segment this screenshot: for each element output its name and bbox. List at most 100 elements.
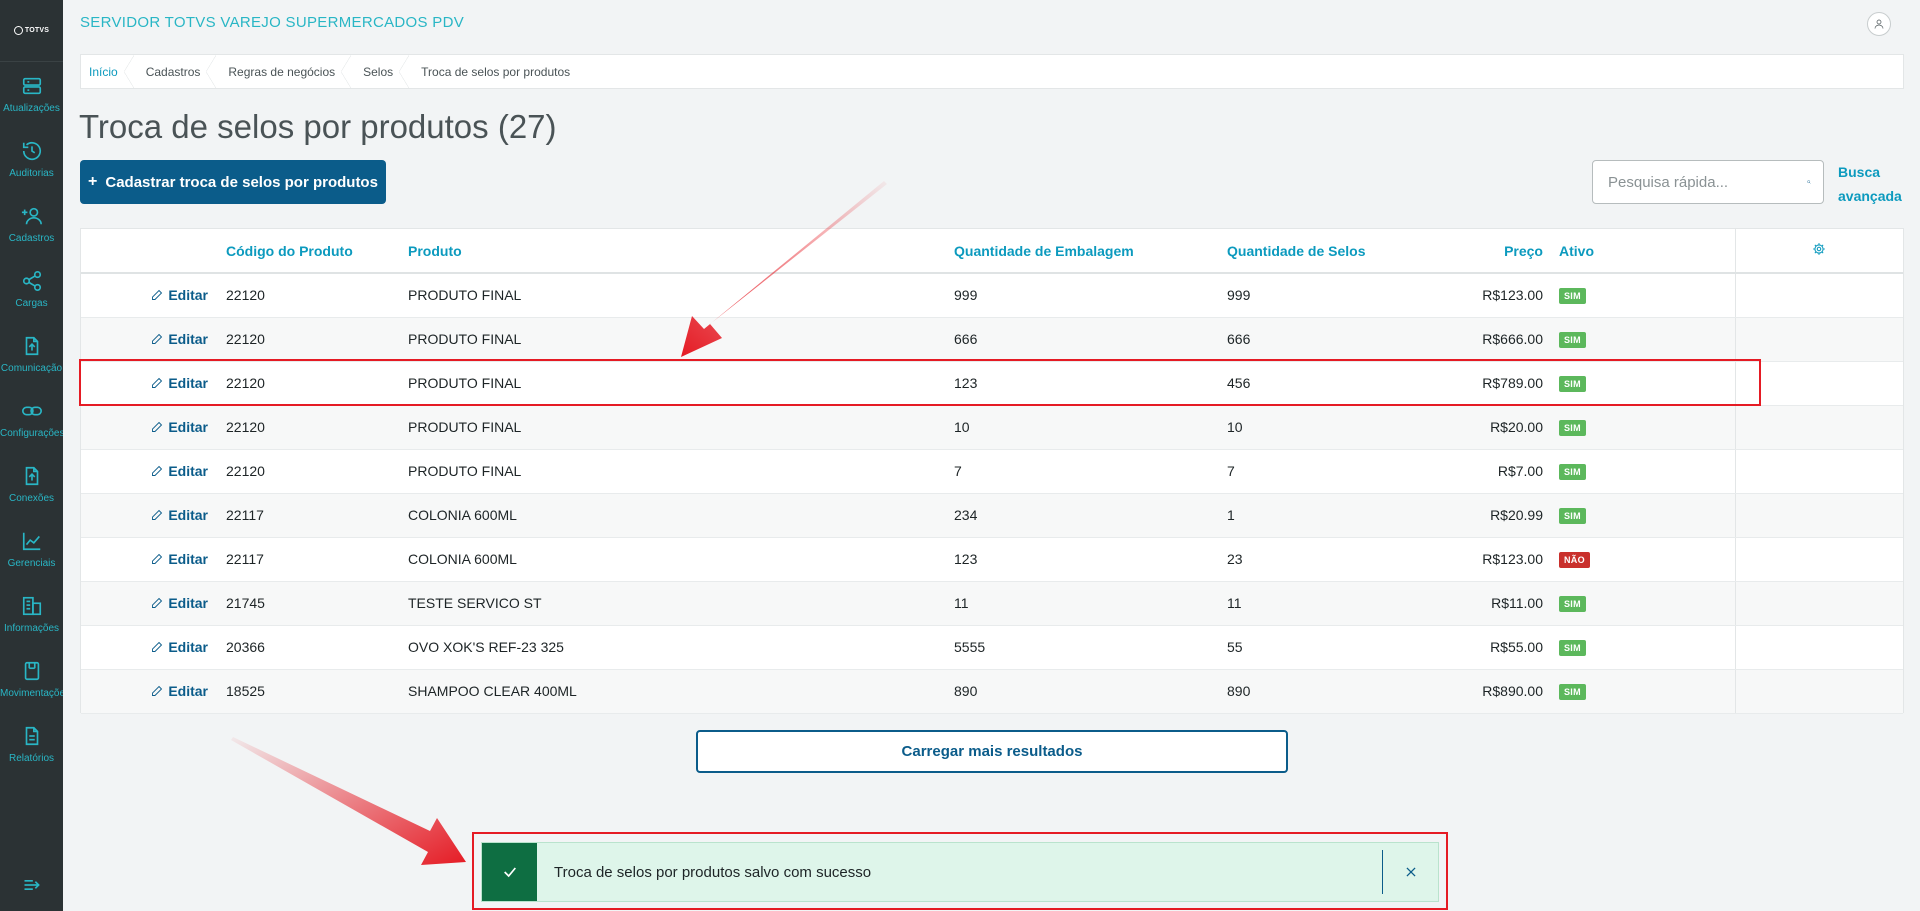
column-header-code[interactable]: Código do Produto xyxy=(226,229,408,274)
breadcrumb: Início Cadastros Regras de negócios Selo… xyxy=(80,54,1904,89)
user-menu-button[interactable] xyxy=(1867,12,1891,36)
table-row: Editar 21745 TESTE SERVICO ST 11 11 R$11.00 SI… xyxy=(81,581,1903,626)
server-icon xyxy=(22,77,41,95)
toast-close-button[interactable] xyxy=(1382,850,1438,894)
success-toast: Troca de selos por produtos salvo com su… xyxy=(481,842,1439,902)
cell-price: R$123.00 xyxy=(1427,537,1559,582)
cell-empty xyxy=(1734,669,1903,714)
edit-link[interactable]: Editar xyxy=(151,639,216,655)
sidebar-item-label: Auditorias xyxy=(9,168,54,179)
app-title: SERVIDOR TOTVS VAREJO SUPERMERCADOS PDV xyxy=(80,14,465,31)
pencil-icon xyxy=(152,377,163,388)
edit-link[interactable]: Editar xyxy=(151,507,216,523)
table-header-row: Código do Produto Produto Quantidade de … xyxy=(81,229,1903,274)
status-badge: SIM xyxy=(1559,508,1586,524)
column-header-stamp-qty[interactable]: Quantidade de Selos xyxy=(1227,229,1427,274)
sidebar-item-informacoes[interactable]: Informações xyxy=(0,582,63,647)
cell-product: PRODUTO FINAL xyxy=(408,317,954,362)
sidebar-item-label: Informações xyxy=(3,623,60,634)
pencil-icon xyxy=(152,553,163,564)
pencil-icon xyxy=(152,641,163,652)
sidebar-item-gerenciais[interactable]: Gerenciais xyxy=(0,517,63,582)
cell-product: COLONIA 600ML xyxy=(408,493,954,538)
breadcrumb-item-inicio[interactable]: Início xyxy=(81,55,138,88)
share-icon xyxy=(22,271,41,291)
status-badge: SIM xyxy=(1559,596,1586,612)
cell-pack-qty: 234 xyxy=(954,493,1227,538)
edit-label: Editar xyxy=(168,330,208,347)
table-row: Editar 22117 COLONIA 600ML 234 1 R$20.99 SIM xyxy=(81,493,1903,538)
cell-product: PRODUTO FINAL xyxy=(408,361,954,406)
cell-active: SIM xyxy=(1559,361,1735,406)
pencil-icon xyxy=(152,685,163,696)
cell-price: R$666.00 xyxy=(1427,317,1559,362)
create-button[interactable]: + Cadastrar troca de selos por produtos xyxy=(80,160,386,204)
cell-price: R$7.00 xyxy=(1427,449,1559,494)
cell-stamp-qty: 55 xyxy=(1227,625,1427,670)
cell-price: R$55.00 xyxy=(1427,625,1559,670)
sidebar-item-cadastros[interactable]: Cadastros xyxy=(0,192,63,257)
sidebar-item-conexoes[interactable]: Conexões xyxy=(0,452,63,517)
edit-link[interactable]: Editar xyxy=(151,287,216,303)
cell-product: PRODUTO FINAL xyxy=(408,273,954,318)
cell-code: 20366 xyxy=(226,625,408,670)
sidebar-item-auditorias[interactable]: Auditorias xyxy=(0,127,63,192)
sidebar-item-label: Conexões xyxy=(8,493,55,504)
sidebar-item-movimentacoes[interactable]: Movimentações xyxy=(0,647,63,712)
cell-code: 22117 xyxy=(226,537,408,582)
edit-cell: Editar xyxy=(81,537,226,582)
edit-link[interactable]: Editar xyxy=(151,331,216,347)
advanced-search-link[interactable]: Busca avançada xyxy=(1838,160,1908,208)
edit-link[interactable]: Editar xyxy=(151,375,216,391)
cell-empty xyxy=(1734,317,1903,362)
cell-stamp-qty: 999 xyxy=(1227,273,1427,318)
search-icon[interactable] xyxy=(1807,171,1811,193)
sidebar-item-cargas[interactable]: Cargas xyxy=(0,257,63,322)
cell-pack-qty: 10 xyxy=(954,405,1227,450)
cell-active: SIM xyxy=(1559,449,1735,494)
column-header-product[interactable]: Produto xyxy=(408,229,954,274)
edit-cell: Editar xyxy=(81,361,226,406)
sidebar-item-atualizacoes[interactable]: Atualizações xyxy=(0,62,63,127)
edit-link[interactable]: Editar xyxy=(151,419,216,435)
search-input[interactable] xyxy=(1593,173,1807,191)
table-row: Editar 22120 PRODUTO FINAL 999 999 R$123.00 SI… xyxy=(81,273,1903,318)
cell-stamp-qty: 7 xyxy=(1227,449,1427,494)
cell-pack-qty: 5555 xyxy=(954,625,1227,670)
breadcrumb-item-cadastros[interactable]: Cadastros xyxy=(138,55,221,88)
cell-pack-qty: 11 xyxy=(954,581,1227,626)
load-more-button[interactable]: Carregar mais resultados xyxy=(696,730,1288,773)
edit-label: Editar xyxy=(168,594,208,611)
edit-link[interactable]: Editar xyxy=(151,683,216,699)
results-table: Código do Produto Produto Quantidade de … xyxy=(80,228,1904,714)
collapse-menu-button[interactable] xyxy=(0,875,63,895)
toast-message: Troca de selos por produtos salvo com su… xyxy=(554,863,872,881)
breadcrumb-item-regras[interactable]: Regras de negócios xyxy=(220,55,355,88)
link-icon xyxy=(21,406,42,416)
sidebar-item-relatorios[interactable]: Relatórios xyxy=(0,712,63,777)
chart-line-icon xyxy=(22,532,40,551)
column-header-active[interactable]: Ativo xyxy=(1559,229,1735,274)
cell-pack-qty: 666 xyxy=(954,317,1227,362)
breadcrumb-item-selos[interactable]: Selos xyxy=(355,55,413,88)
edit-link[interactable]: Editar xyxy=(151,551,216,567)
edit-label: Editar xyxy=(168,506,208,523)
sidebar-item-label: Cadastros xyxy=(8,233,55,244)
column-header-pack-qty[interactable]: Quantidade de Embalagem xyxy=(954,229,1227,274)
edit-link[interactable]: Editar xyxy=(151,463,216,479)
sidebar-item-comunicacao[interactable]: Comunicação xyxy=(0,322,63,387)
arrow-to-toast xyxy=(231,737,466,865)
edit-label: Editar xyxy=(168,418,208,435)
edit-link[interactable]: Editar xyxy=(151,595,216,611)
table-settings-button[interactable] xyxy=(1734,229,1903,274)
sidebar-item-configuracoes[interactable]: Configurações xyxy=(0,387,63,452)
cell-product: SHAMPOO CLEAR 400ML xyxy=(408,669,954,714)
cell-code: 18525 xyxy=(226,669,408,714)
sidebar-item-label: Configurações xyxy=(0,428,63,439)
edit-cell: Editar xyxy=(81,493,226,538)
totvs-logo[interactable]: TOTVS xyxy=(0,0,63,62)
edit-cell: Editar xyxy=(81,669,226,714)
column-header-price[interactable]: Preço xyxy=(1427,229,1559,274)
clipboard-icon xyxy=(24,661,39,681)
pencil-icon xyxy=(152,509,163,520)
